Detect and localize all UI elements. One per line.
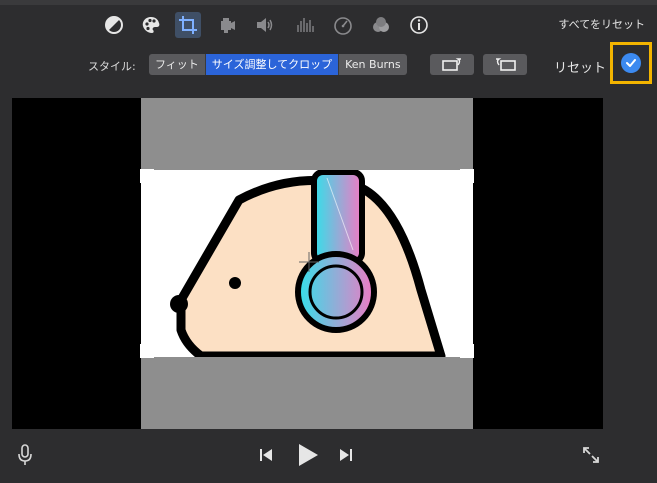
rotate-left-icon xyxy=(442,57,461,71)
volume-icon[interactable] xyxy=(252,12,278,38)
crop-handle-bottom-left[interactable] xyxy=(140,344,154,358)
reset-all-button[interactable]: すべてをリセット xyxy=(558,16,645,32)
style-crop-to-fill-button[interactable]: サイズ調整してクロップ xyxy=(205,54,340,75)
color-balance-icon[interactable] xyxy=(101,12,127,38)
microphone-icon[interactable] xyxy=(14,442,36,468)
reset-button[interactable]: リセット xyxy=(554,57,606,76)
style-ken-burns-button[interactable]: Ken Burns xyxy=(339,54,407,75)
skip-forward-icon[interactable] xyxy=(336,446,356,464)
source-frame xyxy=(140,98,474,429)
camera-icon[interactable] xyxy=(214,12,240,38)
rotate-left-button[interactable] xyxy=(430,54,474,75)
info-icon[interactable] xyxy=(406,12,432,38)
style-label: スタイル: xyxy=(88,60,136,73)
palette-icon[interactable] xyxy=(138,12,164,38)
crop-handle-top-right[interactable] xyxy=(460,169,474,183)
filters-icon[interactable] xyxy=(368,12,394,38)
crop-handle-bottom-right[interactable] xyxy=(460,344,474,358)
crop-region[interactable] xyxy=(140,169,474,361)
play-icon[interactable] xyxy=(294,442,322,468)
rotate-right-button[interactable] xyxy=(483,54,527,75)
crop-handle-top-left[interactable] xyxy=(140,169,154,183)
speed-icon[interactable] xyxy=(330,12,356,38)
apply-button-highlight[interactable] xyxy=(610,42,652,84)
crop-icon[interactable] xyxy=(175,12,201,38)
style-segmented-control: フィット サイズ調整してクロップ Ken Burns xyxy=(149,54,407,75)
checkmark-icon[interactable] xyxy=(621,53,641,73)
equalizer-icon[interactable] xyxy=(292,12,318,38)
style-fit-button[interactable]: フィット xyxy=(149,54,206,75)
window-top-edge xyxy=(0,0,657,5)
fullscreen-icon[interactable] xyxy=(580,444,602,466)
skip-back-icon[interactable] xyxy=(256,446,276,464)
video-viewer xyxy=(12,98,603,429)
dog-headphones-image xyxy=(170,169,446,361)
rotate-right-icon xyxy=(496,57,516,71)
